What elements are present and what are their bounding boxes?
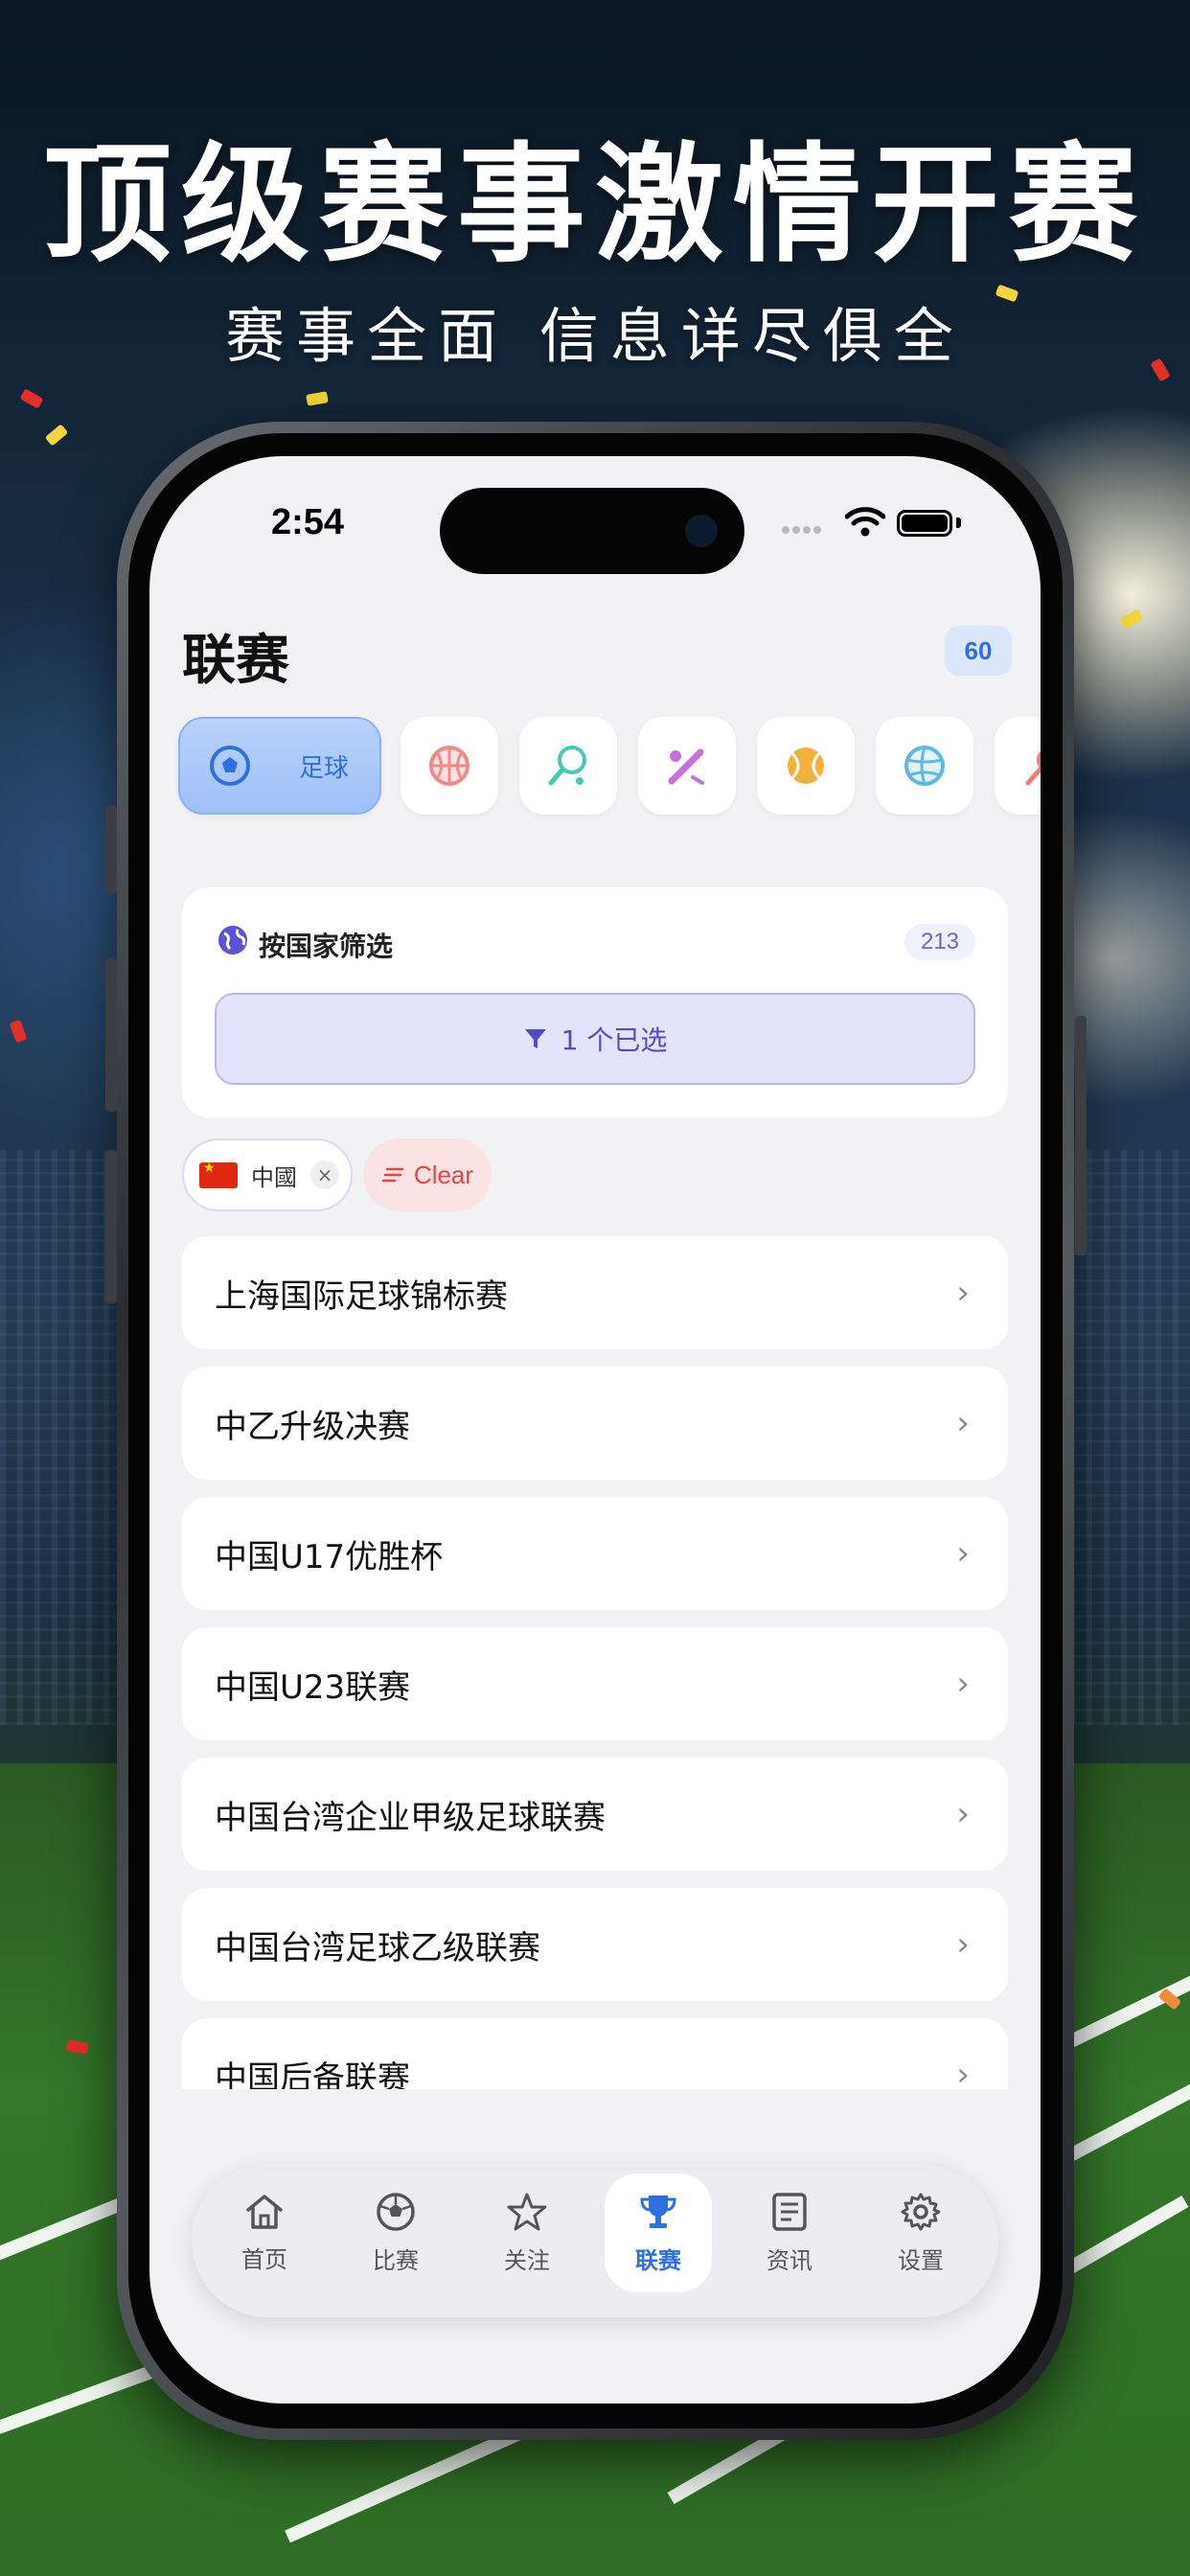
tab-label: 首页: [241, 2245, 287, 2273]
chevron-right-icon: ›: [956, 2056, 970, 2089]
selected-count-label: 1 个已选: [561, 1024, 668, 1056]
league-list-item[interactable]: 上海国际足球锦标赛 ›: [182, 1236, 1008, 1349]
app-screen: 2:54 联赛 60 足球 按国家筛选 213 1 个已选 ★ 中國 × Cle…: [149, 456, 1041, 2404]
trophy-icon: [640, 2195, 676, 2228]
gear-icon: [901, 2193, 941, 2230]
sport-chip-label: 足球: [299, 753, 350, 783]
tab-news[interactable]: 资讯: [736, 2174, 843, 2292]
star-icon: [507, 2193, 547, 2230]
country-count-badge: 213: [904, 924, 975, 960]
sport-chip-tennis-ball[interactable]: [757, 717, 855, 815]
filter-icon: [524, 1029, 546, 1048]
league-name: 中国台湾企业甲级足球联赛: [215, 1798, 606, 1837]
league-list-item[interactable]: 中乙升级决赛 ›: [182, 1367, 1008, 1480]
chevron-right-icon: ›: [956, 1404, 970, 1442]
tab-label: 联赛: [635, 2246, 681, 2274]
tab-home[interactable]: 首页: [211, 2174, 318, 2292]
country-tag-china[interactable]: 中國 ×: [182, 1138, 353, 1211]
chevron-right-icon: ›: [956, 1795, 970, 1833]
sport-chip-badminton[interactable]: [995, 717, 1041, 815]
soccer-icon: [377, 2192, 415, 2231]
promo-headline: 顶级赛事激情开赛: [42, 130, 1147, 280]
page-title: 联赛: [182, 630, 289, 692]
status-indicators: [782, 506, 993, 544]
tab-label: 比赛: [373, 2246, 419, 2274]
selected-countries-button[interactable]: 1 个已选: [215, 993, 975, 1085]
sport-chip-tennis[interactable]: [519, 717, 617, 815]
camera-icon: [685, 515, 718, 547]
phone-side-button: [105, 958, 117, 1112]
tab-matches[interactable]: 比赛: [342, 2174, 449, 2292]
tab-label: 关注: [504, 2246, 550, 2274]
remove-tag-icon[interactable]: ×: [310, 1161, 339, 1189]
tab-label: 设置: [898, 2246, 944, 2274]
battery-icon: [897, 510, 952, 537]
sport-chip-volleyball[interactable]: [876, 717, 973, 815]
league-name: 中国台湾足球乙级联赛: [215, 1928, 540, 1967]
china-flag-icon: [199, 1161, 238, 1188]
chevron-right-icon: ›: [956, 1665, 970, 1703]
league-name: 中乙升级决赛: [215, 1407, 410, 1446]
baseball-icon: [668, 748, 704, 785]
home-icon: [246, 2194, 283, 2229]
promo-subheadline: 赛事全面 信息详尽俱全: [225, 301, 965, 371]
league-list: 上海国际足球锦标赛 › 中乙升级决赛 › 中国U17优胜杯 › 中国U23联赛 …: [182, 1236, 1008, 2089]
clear-button[interactable]: Clear: [363, 1138, 492, 1211]
dynamic-island: [440, 488, 744, 574]
soccer-icon: [210, 746, 250, 786]
tennis-icon: [548, 746, 586, 786]
chevron-right-icon: ›: [956, 1534, 970, 1573]
phone-side-button: [105, 1150, 117, 1303]
sport-chip-basketball[interactable]: [400, 717, 498, 815]
country-tag-label: 中國: [251, 1163, 297, 1191]
sport-selector: 足球: [178, 717, 1041, 822]
league-list-item[interactable]: 中国U17优胜杯 ›: [182, 1497, 1008, 1610]
league-list-item[interactable]: 中国U23联赛 ›: [182, 1627, 1008, 1740]
basketball-icon: [429, 746, 469, 786]
country-filter-card: 按国家筛选 213 1 个已选: [182, 887, 1008, 1117]
league-count-badge: 60: [945, 626, 1012, 676]
league-name: 上海国际足球锦标赛: [215, 1276, 508, 1316]
league-list-item[interactable]: 中国台湾企业甲级足球联赛 ›: [182, 1758, 1008, 1871]
wifi-icon: [845, 507, 885, 537]
league-list-item[interactable]: 中国台湾足球乙级联赛 ›: [182, 1888, 1008, 2001]
badminton-icon: [1025, 750, 1041, 786]
news-icon: [772, 2192, 807, 2231]
tab-leagues[interactable]: 联赛: [605, 2174, 712, 2292]
clear-label: Clear: [413, 1160, 474, 1189]
chevron-right-icon: ›: [956, 1274, 970, 1312]
phone-side-button: [105, 805, 117, 893]
league-name: 中国后备联赛: [215, 2058, 410, 2090]
tab-settings[interactable]: 设置: [867, 2174, 974, 2292]
league-list-item[interactable]: 中国后备联赛 ›: [182, 2018, 1008, 2089]
sport-chip-baseball[interactable]: [638, 717, 736, 815]
status-time: 2:54: [270, 502, 345, 542]
tab-label: 资讯: [767, 2246, 812, 2274]
volleyball-icon: [904, 746, 945, 786]
chevron-right-icon: ›: [956, 1925, 970, 1964]
tab-follow[interactable]: 关注: [473, 2174, 581, 2292]
sport-chip-soccer[interactable]: 足球: [178, 717, 381, 815]
league-name: 中国U23联赛: [215, 1668, 411, 1707]
league-name: 中国U17优胜杯: [215, 1537, 444, 1576]
bottom-tab-bar: 首页 比赛 关注 联赛 资讯 设置: [192, 2164, 998, 2317]
signal-icon: [782, 519, 830, 534]
globe-icon: [218, 926, 247, 954]
phone-side-button: [1075, 1016, 1087, 1255]
tennis-ball-icon: [788, 748, 824, 784]
clear-icon: [381, 1167, 404, 1183]
filter-title: 按国家筛选: [259, 931, 394, 962]
